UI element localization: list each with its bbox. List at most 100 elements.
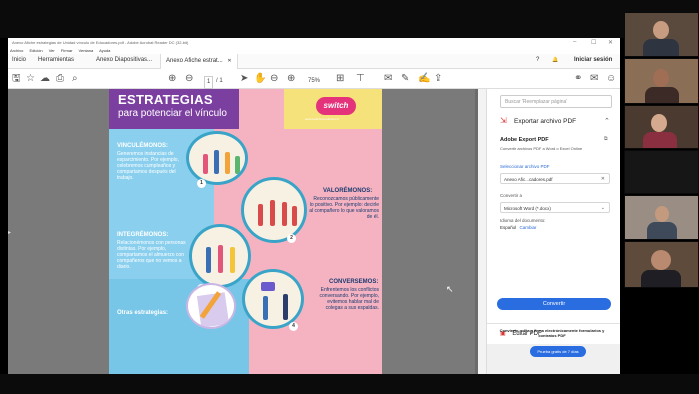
- hand-tool-icon[interactable]: ✋: [254, 73, 266, 84]
- document-scrollbar[interactable]: [475, 89, 478, 374]
- trial-promo-text: Convierte, edita y firma electrónicament…: [499, 328, 605, 338]
- mail-icon[interactable]: ✉: [590, 73, 598, 84]
- minimize-button[interactable]: –: [573, 39, 576, 45]
- select-cursor-icon[interactable]: ➤: [240, 73, 248, 84]
- convert-to-value: Microsoft Word (*.docx): [504, 206, 551, 211]
- participant-tile-1[interactable]: [624, 12, 699, 57]
- select-file-link[interactable]: Seleccionar archivo PDF: [500, 164, 550, 169]
- participant-tile-3[interactable]: [624, 105, 699, 149]
- search-icon[interactable]: ⌕: [72, 73, 78, 84]
- convert-button[interactable]: Convertir: [497, 298, 611, 310]
- menu-ventana[interactable]: Ventana: [79, 48, 94, 53]
- remove-file-icon[interactable]: ✕: [601, 176, 605, 182]
- participant-tile-2[interactable]: [624, 58, 699, 104]
- selected-file-field[interactable]: Anexo Afic...cadores.pdf ✕: [500, 173, 610, 184]
- language-row: Español Cambiar: [500, 225, 537, 230]
- menu-firmar[interactable]: Firmar: [61, 48, 73, 53]
- participant-tile-5[interactable]: [624, 195, 699, 240]
- panel-divider: [487, 323, 620, 324]
- trial-button[interactable]: Prueba gratis de 7 días: [530, 346, 586, 357]
- page-up-icon[interactable]: ⊕: [168, 73, 176, 84]
- illustration-conversation: [242, 269, 304, 329]
- badge-number-4: 4: [289, 322, 298, 331]
- zoom-in-icon[interactable]: ⊕: [287, 73, 295, 84]
- export-pdf-label: Exportar archivo PDF: [514, 118, 577, 125]
- share-icon[interactable]: ⇪: [434, 73, 442, 84]
- export-card-title: Adobe Export PDF: [500, 137, 549, 143]
- chevron-up-icon[interactable]: ⌃: [604, 117, 610, 125]
- illustration-celebration: [186, 131, 248, 185]
- section-valoremonos-body: Reconozcamos públicamente lo positivo. P…: [309, 196, 379, 220]
- other-strategies-title: Otras estrategias:: [117, 310, 169, 316]
- left-panel-handle-icon[interactable]: ▸: [8, 229, 11, 236]
- switch-logo: switch: [316, 97, 356, 115]
- export-pdf-header[interactable]: ⇲ Exportar archivo PDF ⌃: [500, 115, 612, 129]
- page-down-icon[interactable]: ⊖: [185, 73, 193, 84]
- section-conversemos-body: Enfrentemos los conflictos conversando. …: [319, 287, 379, 311]
- login-button[interactable]: Iniciar sesión: [574, 57, 612, 63]
- fit-page-icon[interactable]: ⊞: [336, 73, 344, 84]
- page-number-input[interactable]: 1: [204, 76, 214, 89]
- document-area[interactable]: ▸ ESTRATEGIAS para potenciar el vínculo …: [8, 89, 478, 374]
- comment-icon[interactable]: ✉: [384, 73, 392, 84]
- participant-tile-6[interactable]: [624, 241, 699, 288]
- switch-url: www.switchconsultores.cl: [305, 117, 339, 121]
- badge-number-1: 1: [197, 179, 206, 188]
- convert-to-select[interactable]: Microsoft Word (*.docx) ⌄: [500, 202, 610, 213]
- export-card-copy-icon[interactable]: ⧉: [604, 136, 608, 142]
- bookmark-star-icon[interactable]: ☆: [26, 73, 35, 84]
- tab-bar: Inicio Herramientas Anexo Diapositivas..…: [8, 54, 620, 69]
- tab-close-icon[interactable]: ✕: [227, 58, 231, 64]
- toolbar: 🖫 ☆ ☁ ⎙ ⌕ ⊕ ⊖ 1 / 1 ➤ ✋ ⊖ ⊕ 75% ⊞ ⊤ ✉ ✎ …: [8, 69, 620, 89]
- menu-ver[interactable]: Ver: [49, 48, 55, 53]
- menubar: Archivo Edición Ver Firmar Ventana Ayuda: [8, 47, 620, 54]
- save-icon[interactable]: 🖫: [12, 73, 21, 84]
- page-total: / 1: [216, 78, 223, 84]
- illustration-paper-pencil: [186, 283, 236, 329]
- export-card-subtitle: Convertir archivos PDF a Word o Excel On…: [500, 146, 583, 151]
- highlight-pen-icon[interactable]: ✎: [401, 73, 409, 84]
- zoom-select[interactable]: 75%: [308, 76, 320, 87]
- convert-to-label: Convertir a: [500, 193, 523, 198]
- tools-search-input[interactable]: Buscar 'Reemplazar página': [500, 95, 612, 108]
- menu-edicion[interactable]: Edición: [29, 48, 42, 53]
- zoom-out-icon[interactable]: ⊖: [270, 73, 278, 84]
- participant-tile-4[interactable]: [624, 150, 699, 194]
- video-letterbox-top: [0, 0, 699, 38]
- section-vinculemonos-body: Generemos instancias de esparcimiento. P…: [117, 151, 179, 181]
- scroll-mode-icon[interactable]: ⊤: [356, 73, 365, 84]
- poster-subtitle: para potenciar el vínculo: [118, 108, 227, 119]
- tab-doc-afiche-label: Anexo Afiche estrat...: [166, 58, 223, 64]
- section-integremonos-body: Relacionémonos con personas distintas. P…: [117, 240, 186, 270]
- language-label: Idioma del documento:: [500, 218, 546, 223]
- print-icon[interactable]: ⎙: [56, 73, 64, 84]
- menu-archivo[interactable]: Archivo: [10, 48, 23, 53]
- user-icon[interactable]: ☺: [606, 73, 616, 84]
- sign-icon[interactable]: ✍: [418, 73, 430, 84]
- mouse-cursor-icon: ↖: [446, 284, 454, 294]
- section-valoremonos-title: VALORÉMONOS:: [323, 188, 373, 194]
- help-icon[interactable]: ?: [536, 57, 539, 63]
- poster-header: ESTRATEGIAS para potenciar el vínculo: [109, 89, 239, 129]
- window-title: Anexo Afiche estrategias de Unidad víncu…: [12, 40, 189, 45]
- acrobat-window: Anexo Afiche estrategias de Unidad víncu…: [8, 38, 620, 374]
- menu-ayuda[interactable]: Ayuda: [99, 48, 110, 53]
- illustration-lunch: [189, 224, 251, 288]
- window-titlebar: Anexo Afiche estrategias de Unidad víncu…: [8, 38, 620, 47]
- section-integremonos-title: INTEGRÉMONOS:: [117, 232, 169, 238]
- close-window-button[interactable]: ✕: [608, 39, 613, 46]
- bell-icon[interactable]: 🔔: [552, 57, 558, 63]
- link-icon[interactable]: ⚭: [574, 73, 582, 84]
- badge-number-2: 2: [287, 234, 296, 243]
- tab-doc-diapositivas[interactable]: Anexo Diapositivas...: [96, 57, 152, 63]
- tab-doc-afiche[interactable]: Anexo Afiche estrat... ✕: [160, 54, 238, 69]
- export-pdf-icon: ⇲: [500, 116, 507, 125]
- tab-inicio[interactable]: Inicio: [12, 57, 26, 63]
- illustration-recognition: [241, 177, 307, 243]
- pdf-page: ESTRATEGIAS para potenciar el vínculo sw…: [109, 89, 382, 374]
- poster-title: ESTRATEGIAS: [118, 92, 213, 107]
- language-change-link[interactable]: Cambiar: [520, 225, 537, 230]
- restore-button[interactable]: ☐: [591, 39, 596, 46]
- tab-herramientas[interactable]: Herramientas: [38, 57, 74, 63]
- upload-cloud-icon[interactable]: ☁: [40, 73, 50, 84]
